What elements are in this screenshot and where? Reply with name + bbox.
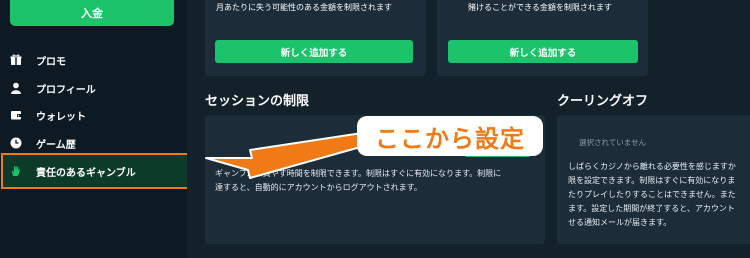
annotation-callout: ここから設定 bbox=[357, 116, 543, 156]
